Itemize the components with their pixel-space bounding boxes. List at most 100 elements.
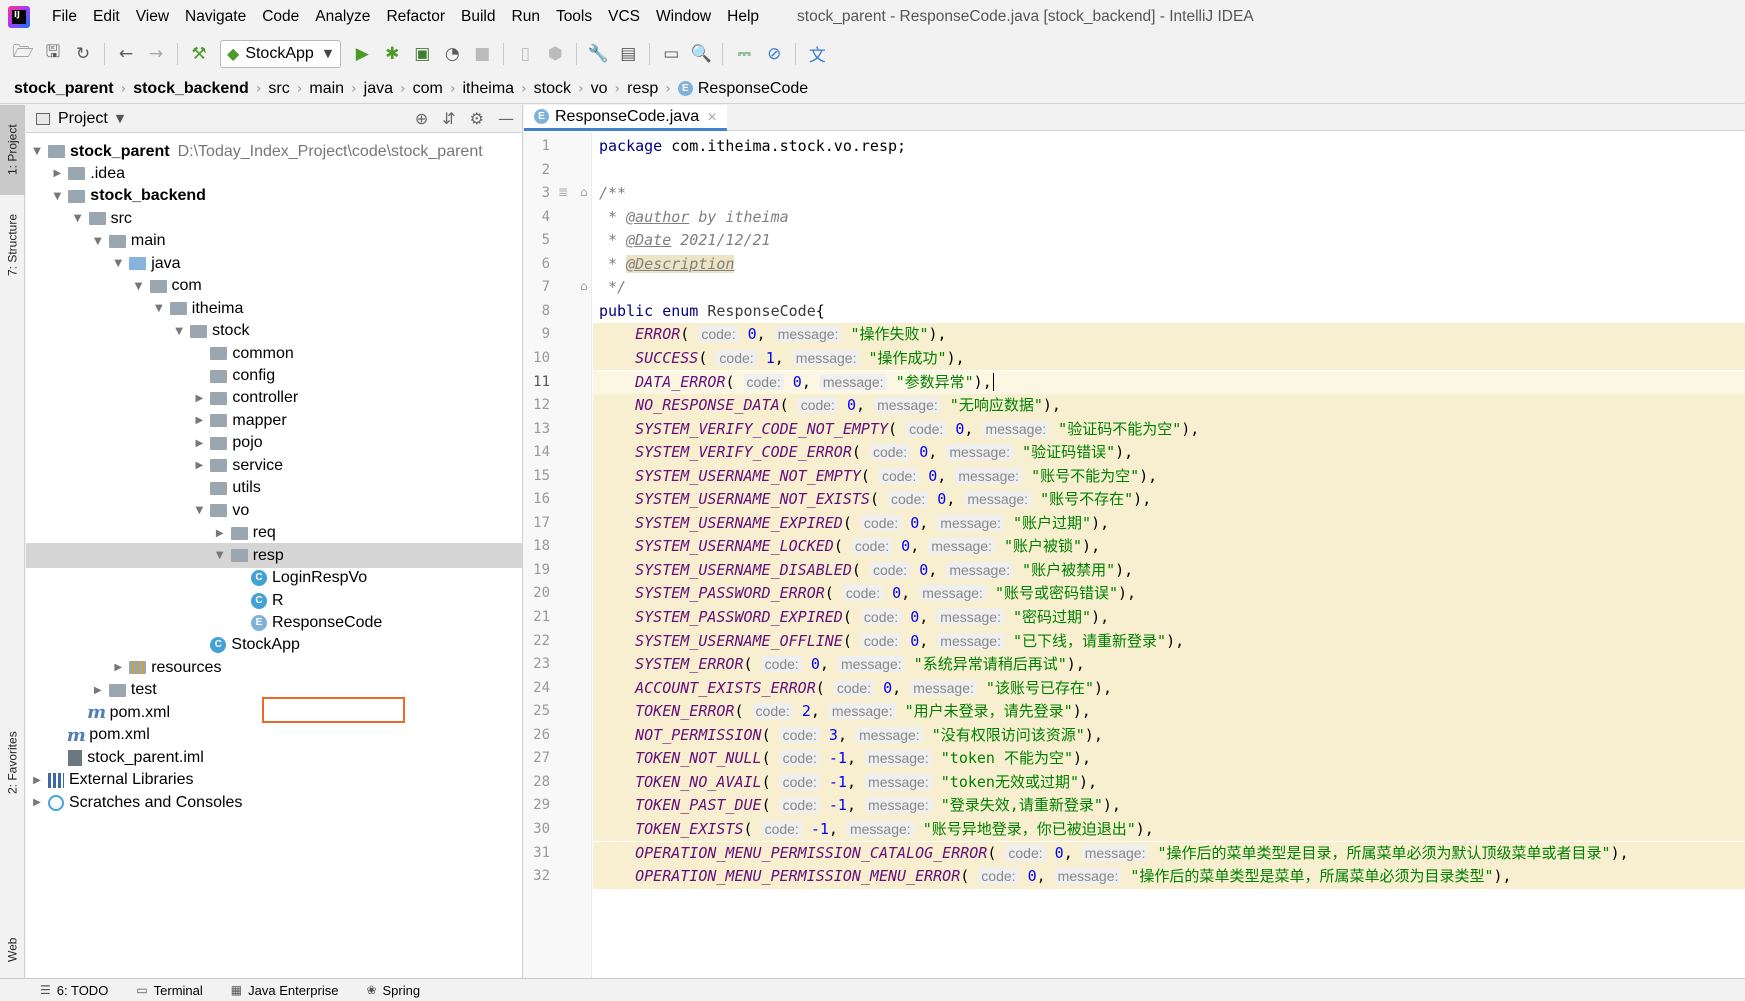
breadcrumb-item[interactable]: itheima bbox=[462, 80, 514, 98]
expand-arrow-icon[interactable]: ▼ bbox=[132, 281, 146, 292]
tree-node[interactable]: m pom.xml bbox=[26, 723, 523, 748]
expand-arrow-icon[interactable]: ▼ bbox=[71, 213, 85, 224]
tree-node[interactable]: common bbox=[26, 341, 523, 366]
expand-arrow-icon[interactable]: ▼ bbox=[172, 326, 186, 337]
collapse-arrow-icon[interactable]: ▶ bbox=[111, 662, 125, 673]
breadcrumb-item[interactable]: java bbox=[364, 80, 393, 98]
menu-edit[interactable]: Edit bbox=[85, 8, 128, 26]
tree-node[interactable]: config bbox=[26, 364, 523, 389]
fold-marker-icon[interactable]: ⌂ bbox=[580, 279, 588, 293]
search-icon[interactable]: 🔍 bbox=[686, 39, 716, 69]
profile-icon[interactable]: ◔ bbox=[437, 39, 467, 69]
tree-node[interactable]: ▶ External Libraries bbox=[26, 768, 523, 793]
collapse-arrow-icon[interactable]: ▶ bbox=[30, 775, 44, 786]
menu-window[interactable]: Window bbox=[648, 8, 719, 26]
menu-code[interactable]: Code bbox=[254, 8, 307, 26]
expand-arrow-icon[interactable]: ▼ bbox=[192, 505, 206, 516]
breadcrumb-item[interactable]: stock bbox=[534, 80, 571, 98]
collapse-arrow-icon[interactable]: ▶ bbox=[213, 528, 227, 539]
tree-node[interactable]: ▶ Scratches and Consoles bbox=[26, 790, 523, 815]
breadcrumb-item[interactable]: src bbox=[268, 80, 289, 98]
tool-tab-favorites[interactable]: 2: Favorites bbox=[0, 715, 25, 810]
menu-analyze[interactable]: Analyze bbox=[307, 8, 378, 26]
tree-node[interactable]: stock_parent.iml bbox=[26, 745, 523, 770]
tree-node[interactable]: CR bbox=[26, 588, 523, 613]
collapse-arrow-icon[interactable]: ▶ bbox=[30, 797, 44, 808]
tab-spring[interactable]: ❀ Spring bbox=[366, 983, 420, 998]
collapse-all-icon[interactable]: ⇵ bbox=[442, 109, 455, 128]
close-icon[interactable]: ✕ bbox=[707, 110, 717, 124]
tree-node[interactable]: ▼ vo bbox=[26, 498, 523, 523]
tree-node[interactable]: ▶ resources bbox=[26, 655, 523, 680]
chevron-down-icon[interactable]: ▼ bbox=[116, 112, 124, 125]
build-hammer-icon[interactable]: ⚒ bbox=[184, 39, 214, 69]
tool-tab-web[interactable]: Web bbox=[0, 925, 25, 975]
menu-tools[interactable]: Tools bbox=[548, 8, 600, 26]
tree-node[interactable]: ▶ req bbox=[26, 521, 523, 546]
tab-terminal[interactable]: ▭ Terminal bbox=[136, 983, 202, 998]
tree-node[interactable]: C LoginRespVo bbox=[26, 566, 523, 591]
collapse-arrow-icon[interactable]: ▶ bbox=[50, 168, 64, 179]
tool-tab-project[interactable]: 1: Project bbox=[0, 105, 25, 195]
menu-vcs[interactable]: VCS bbox=[600, 8, 648, 26]
project-view-selector[interactable]: Project bbox=[58, 110, 108, 128]
run-icon[interactable]: ▶ bbox=[347, 39, 377, 69]
tree-node[interactable]: ▼ stock_backend bbox=[26, 184, 523, 209]
menu-refactor[interactable]: Refactor bbox=[378, 8, 453, 26]
tree-node[interactable]: ▶ controller bbox=[26, 386, 523, 411]
translate-icon[interactable]: 文 bbox=[802, 39, 832, 69]
tree-node[interactable]: E ResponseCode bbox=[26, 610, 523, 635]
menu-help[interactable]: Help bbox=[719, 8, 767, 26]
tree-node[interactable]: ▶ pojo bbox=[26, 431, 523, 456]
avd-icon[interactable]: ⬢ bbox=[540, 39, 570, 69]
stop-icon[interactable]: ■ bbox=[467, 39, 497, 69]
tree-node[interactable]: ▶ service bbox=[26, 453, 523, 478]
terminal-icon[interactable]: ▭ bbox=[656, 39, 686, 69]
gear-icon[interactable]: ⚙ bbox=[470, 109, 484, 128]
collapse-arrow-icon[interactable]: ▶ bbox=[192, 415, 206, 426]
activity-icon[interactable]: ⎓ bbox=[729, 39, 759, 69]
tree-node[interactable]: ▼ stock bbox=[26, 319, 523, 344]
tree-node[interactable]: ▼ stock_parent D:\Today_Index_Project\code… bbox=[26, 139, 523, 164]
tree-node[interactable]: m pom.xml bbox=[26, 700, 523, 725]
tree-node[interactable]: ▼ resp bbox=[26, 543, 523, 569]
project-structure-icon[interactable]: ▤ bbox=[613, 39, 643, 69]
expand-arrow-icon[interactable]: ▼ bbox=[50, 191, 64, 202]
tree-node[interactable]: C StockApp bbox=[26, 633, 523, 658]
device-icon[interactable]: ▯ bbox=[510, 39, 540, 69]
tab-todo[interactable]: ☰ 6: TODO bbox=[40, 983, 108, 998]
save-icon[interactable]: 🖫 bbox=[38, 39, 68, 69]
collapse-arrow-icon[interactable]: ▶ bbox=[192, 393, 206, 404]
back-icon[interactable]: ← bbox=[111, 39, 141, 69]
breadcrumb-item[interactable]: ResponseCode bbox=[698, 80, 808, 98]
fold-marker-icon[interactable]: ⌂ bbox=[580, 185, 588, 199]
tree-node[interactable]: utils bbox=[26, 476, 523, 501]
open-icon[interactable]: 🗁 bbox=[8, 39, 38, 69]
forward-icon[interactable]: → bbox=[141, 39, 171, 69]
tab-responsecode-java[interactable]: E ResponseCode.java ✕ bbox=[524, 105, 728, 131]
expand-arrow-icon[interactable]: ▼ bbox=[213, 550, 227, 561]
coverage-icon[interactable]: ▣ bbox=[407, 39, 437, 69]
breadcrumb-item[interactable]: main bbox=[309, 80, 344, 98]
menu-run[interactable]: Run bbox=[504, 8, 548, 26]
breadcrumb-item[interactable]: stock_backend bbox=[133, 80, 249, 98]
settings-wrench-icon[interactable]: 🔧 bbox=[583, 39, 613, 69]
menu-build[interactable]: Build bbox=[453, 8, 503, 26]
no-entry-icon[interactable]: ⊘ bbox=[759, 39, 789, 69]
tree-node[interactable]: ▶ .idea bbox=[26, 161, 523, 186]
tree-node[interactable]: ▶ mapper bbox=[26, 408, 523, 433]
menu-view[interactable]: View bbox=[128, 8, 177, 26]
expand-arrow-icon[interactable]: ▼ bbox=[30, 146, 44, 157]
expand-arrow-icon[interactable]: ▼ bbox=[152, 303, 166, 314]
expand-arrow-icon[interactable]: ▼ bbox=[111, 258, 125, 269]
locate-target-icon[interactable]: ⊕ bbox=[415, 109, 428, 128]
collapse-arrow-icon[interactable]: ▶ bbox=[192, 438, 206, 449]
tree-node[interactable]: ▼ com bbox=[26, 274, 523, 299]
tree-node[interactable]: ▼ main bbox=[26, 229, 523, 254]
fold-icon[interactable]: ≣ bbox=[558, 185, 568, 199]
tree-node[interactable]: ▼ java bbox=[26, 251, 523, 276]
tool-tab-structure[interactable]: 7: Structure bbox=[0, 200, 25, 290]
debug-icon[interactable]: ✱ bbox=[377, 39, 407, 69]
hide-panel-icon[interactable]: — bbox=[498, 109, 514, 128]
tree-node[interactable]: ▼ src bbox=[26, 206, 523, 231]
